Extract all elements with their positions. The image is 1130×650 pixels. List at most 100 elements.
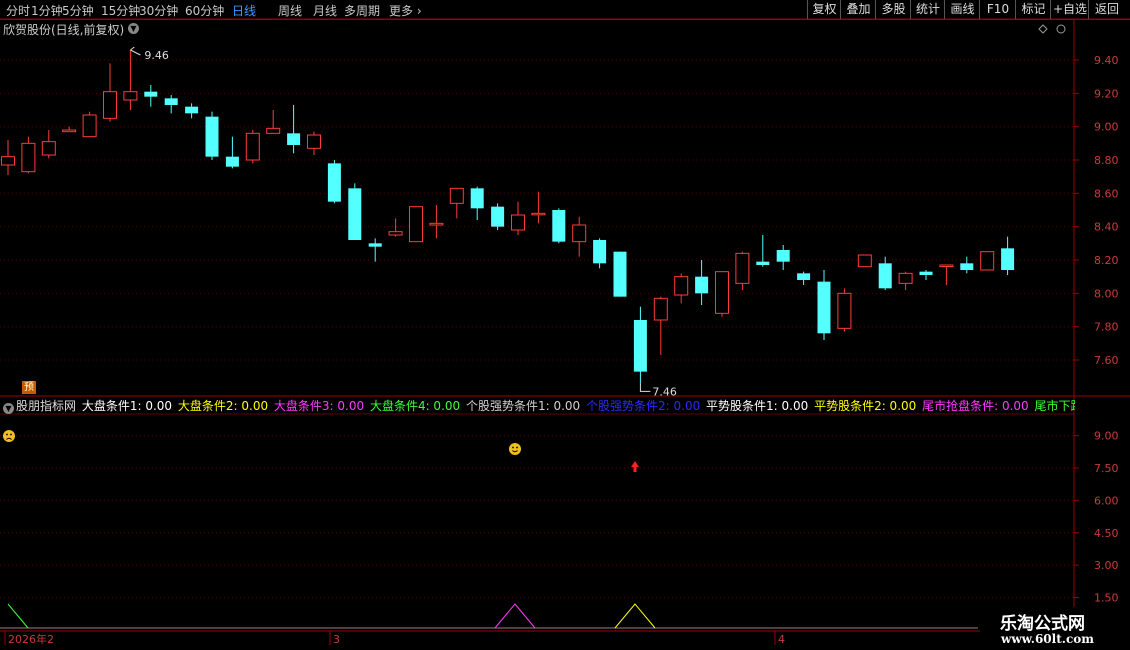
indicator-label-8: 平势股条件2: 0.00 xyxy=(810,399,917,413)
candle-body-up xyxy=(82,114,97,138)
up-arrow-icon xyxy=(631,461,639,472)
indicator-legend: ▼ 股朋指标网 大盘条件1: 0.00 大盘条件2: 0.00 大盘条件3: 0.… xyxy=(0,397,1075,414)
indicator-label-10: 尾市下跌条件: 0.00 xyxy=(1034,399,1076,413)
frown-face-icon-eye xyxy=(10,433,12,436)
toolbar-button-6[interactable]: 标记 xyxy=(1015,0,1051,19)
candle-body-up xyxy=(1,156,15,166)
candle-body-down xyxy=(797,273,811,280)
smiley-face-icon-eye xyxy=(516,446,518,449)
candle-body-down xyxy=(593,240,607,264)
candle-body-up xyxy=(449,187,464,204)
candle-body-up xyxy=(674,276,689,296)
indicator-label-3: 大盘条件3: 0.00 xyxy=(270,399,365,413)
toolbar-button-5[interactable]: F10 xyxy=(979,0,1016,19)
smiley-face-icon-eye xyxy=(512,446,514,449)
candle-body-up xyxy=(41,141,56,156)
candle-body-down xyxy=(205,116,219,157)
candle-body-up xyxy=(62,129,77,133)
main-y-tick-label: 9.40 xyxy=(1094,54,1119,67)
indicator-label-5: 个股强势条件1: 0.00 xyxy=(462,399,581,413)
period-tab-2[interactable]: 5分钟 xyxy=(62,2,94,19)
toolbar-button-2[interactable]: 多股 xyxy=(875,0,911,19)
toolbar-button-0[interactable]: 复权 xyxy=(807,0,841,19)
signal-line-green xyxy=(7,603,29,629)
period-tab-0[interactable]: 分时 xyxy=(6,2,30,19)
period-tab-4[interactable]: 30分钟 xyxy=(139,2,178,19)
ind-y-tick-label: 3.00 xyxy=(1094,559,1119,572)
candle-body-up xyxy=(511,214,525,231)
candle-body-down xyxy=(491,206,505,227)
toolbar-button-7[interactable]: +自选 xyxy=(1050,0,1089,19)
watermark-url: www.60lt.com xyxy=(1001,632,1094,646)
indicator-label-1: 大盘条件1: 0.00 xyxy=(81,399,173,413)
forecast-badge[interactable]: 预 xyxy=(22,381,36,394)
frown-face-icon-eye xyxy=(6,433,8,436)
period-tab-10[interactable]: 更多 › xyxy=(389,2,422,19)
period-tab-6[interactable]: 日线 xyxy=(232,2,256,19)
ind-y-tick-label: 7.50 xyxy=(1094,462,1119,475)
candle-body-up xyxy=(123,91,138,101)
main-y-tick-label: 8.40 xyxy=(1094,221,1119,234)
ind-y-tick-label: 6.00 xyxy=(1094,494,1119,507)
candle-body-up xyxy=(21,142,36,173)
toolbar-button-1[interactable]: 叠加 xyxy=(840,0,876,19)
period-tab-1[interactable]: 1分钟 xyxy=(31,2,63,19)
candle-body-down xyxy=(613,251,627,297)
candle-body-up xyxy=(409,206,423,243)
candle-body-up xyxy=(245,132,260,161)
high-price-label: 9.46 xyxy=(144,49,169,62)
ind-y-tick-label: 9.00 xyxy=(1094,430,1119,443)
candle-body-down xyxy=(817,281,831,334)
low-pointer xyxy=(639,383,651,392)
ind-y-tick-label: 1.50 xyxy=(1094,592,1119,605)
candle-body-down xyxy=(144,91,158,97)
indicator-label-4: 大盘条件4: 0.00 xyxy=(366,399,461,413)
indicator-label-2: 大盘条件2: 0.00 xyxy=(174,399,269,413)
candle-body-up xyxy=(653,297,668,321)
frown-face-icon xyxy=(3,430,15,442)
x-axis-label: 4 xyxy=(778,633,785,646)
candle-body-up xyxy=(572,224,587,243)
candle-body-down xyxy=(327,163,341,202)
candle-body-down xyxy=(1001,248,1015,270)
candle-body-up xyxy=(898,272,913,284)
signal-line-yellow xyxy=(614,603,656,629)
signal-line-magenta xyxy=(494,603,536,629)
indicator-label-9: 尾市抢盘条件: 0.00 xyxy=(918,399,1029,413)
main-y-tick-label: 7.60 xyxy=(1094,354,1119,367)
candle-body-up xyxy=(939,264,954,267)
candle-body-up xyxy=(531,212,546,216)
candle-body-down xyxy=(695,276,709,294)
period-tab-9[interactable]: 多周期 xyxy=(344,2,380,19)
main-y-tick-label: 8.20 xyxy=(1094,254,1119,267)
period-tab-5[interactable]: 60分钟 xyxy=(185,2,224,19)
smiley-face-icon xyxy=(509,443,521,455)
chevron-down-icon[interactable]: ▼ xyxy=(3,403,14,414)
toolbar-button-3[interactable]: 统计 xyxy=(910,0,945,19)
candle-body-down xyxy=(287,133,301,145)
candle-body-down xyxy=(776,250,790,262)
main-y-tick-label: 8.00 xyxy=(1094,287,1119,300)
period-tab-3[interactable]: 15分钟 xyxy=(101,2,140,19)
x-axis-label: 3 xyxy=(333,633,340,646)
candle-body-down xyxy=(225,156,239,167)
main-y-tick-label: 8.80 xyxy=(1094,154,1119,167)
candle-body-down xyxy=(348,188,362,240)
toolbar-button-4[interactable]: 画线 xyxy=(944,0,980,19)
indicator-name[interactable]: 股朋指标网 xyxy=(16,399,76,413)
indicator-label-7: 平势股条件1: 0.00 xyxy=(702,399,809,413)
period-tab-8[interactable]: 月线 xyxy=(313,2,337,19)
period-tab-7[interactable]: 周线 xyxy=(278,2,302,19)
main-y-tick-label: 9.00 xyxy=(1094,121,1119,134)
circle-icon xyxy=(1056,24,1066,34)
indicator-label-6: 个股强势条件2: 0.00 xyxy=(582,399,701,413)
candle-body-up xyxy=(980,251,995,271)
candle-body-down xyxy=(185,106,199,114)
candle-body-down xyxy=(552,210,566,242)
candle-body-up xyxy=(429,222,444,226)
candle-body-up xyxy=(735,252,750,284)
toolbar-button-8[interactable]: 返回 xyxy=(1088,0,1125,19)
watermark-title: 乐淘公式网 xyxy=(1000,614,1085,634)
chart-canvas[interactable]: 9.40 9.20 9.00 8.80 8.60 8.40 8.20 8.00 7.80 7.60… xyxy=(0,0,1130,650)
candle-body-up xyxy=(103,91,117,119)
